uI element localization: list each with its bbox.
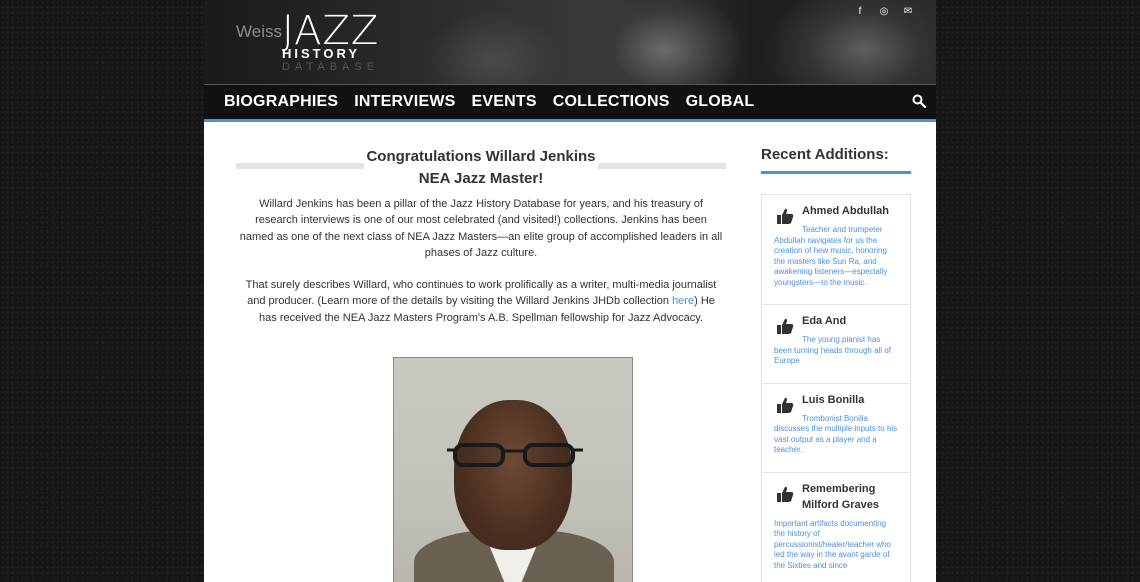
recent-item-name[interactable]: Ahmed Abdullah [802,203,898,219]
nav-events[interactable]: EVENTS [472,85,537,119]
title-rule-left [236,163,364,169]
recent-item-desc[interactable]: Important artifacts documenting the hist… [774,519,898,572]
recent-item[interactable]: Ahmed Abdullah Teacher and trumpeter Abd… [762,195,910,305]
article-title-block: Congratulations Willard Jenkins NEA Jazz… [236,146,726,190]
recent-item[interactable]: Luis Bonilla Trombonist Bonilla discusse… [762,384,910,473]
title-rule-right [598,163,726,169]
article-paragraph-1: Willard Jenkins has been a pillar of the… [239,198,723,259]
header-banner: Weiss JAZZ HISTORY DATABASE f ◎ ✉ [204,0,936,84]
recent-item[interactable]: Eda And The young pianist has been turni… [762,305,910,384]
article-paragraph-2: That surely describes Willard, who conti… [238,277,724,326]
search-icon[interactable] [912,94,926,108]
social-links: f ◎ ✉ [854,6,914,17]
recent-item-desc[interactable]: Trombonist Bonilla discusses the multipl… [774,414,898,456]
paragraph-2-text: That surely describes Willard, who conti… [245,279,717,308]
recent-item[interactable]: Remembering Milford Graves Important art… [762,473,910,582]
nav-global[interactable]: GLOBAL [686,85,755,119]
collection-link[interactable]: here [672,295,694,307]
thumbs-up-icon [777,208,794,224]
article: Congratulations Willard Jenkins NEA Jazz… [236,146,726,582]
nav-interviews[interactable]: INTERVIEWS [354,85,455,119]
main-nav: BIOGRAPHIES INTERVIEWS EVENTS COLLECTION… [204,84,936,122]
recent-item-name[interactable]: Remembering Milford Graves [802,481,898,513]
thumbs-up-icon [777,486,794,502]
facebook-icon[interactable]: f [854,6,866,17]
email-icon[interactable]: ✉ [902,6,914,17]
logo-database: DATABASE [282,61,380,73]
logo-weiss: Weiss [236,22,282,41]
recent-item-name[interactable]: Luis Bonilla [802,392,898,408]
recent-additions-list: Ahmed Abdullah Teacher and trumpeter Abd… [761,194,911,582]
recent-additions-sidebar: Recent Additions: Ahmed Abdullah Teacher… [761,146,911,582]
nav-collections[interactable]: COLLECTIONS [553,85,670,119]
recent-item-desc[interactable]: Teacher and trumpeter Abdullah navigates… [774,225,898,288]
thumbs-up-icon [777,397,794,413]
thumbs-up-icon [777,318,794,334]
instagram-icon[interactable]: ◎ [878,6,890,17]
sidebar-heading: Recent Additions: [761,146,911,174]
logo-history: HISTORY [282,46,361,61]
site-logo[interactable]: Weiss JAZZ HISTORY DATABASE [236,8,386,78]
nav-biographies[interactable]: BIOGRAPHIES [224,85,338,119]
article-title-line2: NEA Jazz Master! [418,170,544,187]
recent-item-desc[interactable]: The young pianist has been turning heads… [774,335,898,367]
willard-jenkins-photo [393,357,633,582]
page: Weiss JAZZ HISTORY DATABASE f ◎ ✉ BIOGRA… [204,0,936,582]
recent-item-name[interactable]: Eda And [802,313,898,329]
